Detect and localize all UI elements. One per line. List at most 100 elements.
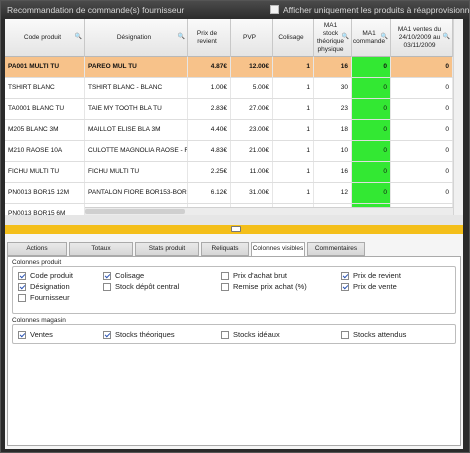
horizontal-scrollbar[interactable] [85,207,453,215]
cell-code[interactable]: FICHU MULTI TU [5,162,85,182]
cell-stock[interactable]: 10 [314,141,352,161]
search-icon[interactable]: 🔍 [381,33,388,41]
cell-code[interactable]: PN0013 BOR15 12M [5,183,85,203]
filter-checkbox[interactable] [270,5,279,14]
checkbox-checked-icon[interactable] [341,283,349,291]
cell-prix-revient[interactable]: 2.25€ [188,162,231,182]
checkbox-unchecked-icon[interactable] [221,283,229,291]
cell-pvp[interactable]: 23.00€ [231,120,273,140]
cell-designation[interactable]: CULOTTE MAGNOLIA RAOSE - R... [85,141,188,161]
cell-stock[interactable]: 16 [314,57,352,77]
cell-colisage[interactable]: 1 [273,78,314,98]
checkbox-checked-icon[interactable] [18,331,26,339]
cell-code[interactable]: M205 BLANC 3M [5,120,85,140]
table-row[interactable]: M205 BLANC 3M MAILLOT ELISE BLA 3M 4.40€ 23… [5,120,463,141]
tab-stats-produit[interactable]: Stats produit [135,242,199,256]
cell-commande[interactable]: 0 [352,162,391,182]
table-row[interactable]: TA0001 BLANC TU TAIE MY TOOTH BLA TU 2.83€… [5,99,463,120]
cell-commande[interactable]: 0 [352,141,391,161]
cell-code[interactable]: TSHIRT BLANC [5,78,85,98]
option-stock-depot-central[interactable]: Stock dépôt central [103,282,179,292]
cell-stock[interactable]: 16 [314,162,352,182]
cell-commande[interactable]: 0 [352,120,391,140]
cell-ventes[interactable]: 0 [391,162,453,182]
cell-prix-revient[interactable]: 4.87€ [188,57,231,77]
checkbox-unchecked-icon[interactable] [221,331,229,339]
cell-colisage[interactable]: 1 [273,57,314,77]
cell-ventes[interactable]: 0 [391,57,453,77]
option-prix-d-achat-brut[interactable]: Prix d'achat brut [221,271,287,281]
cell-designation[interactable]: FICHU MULTI TU [85,162,188,182]
checkbox-checked-icon[interactable] [18,283,26,291]
option-colisage[interactable]: Colisage [103,271,144,281]
checkbox-unchecked-icon[interactable] [341,331,349,339]
option-prix-de-revient[interactable]: Prix de revient [341,271,401,281]
option-designation[interactable]: Désignation [18,282,70,292]
table-row[interactable]: PN0013 BOR15 12M PANTALON FIORE BOR153-BO… [5,183,463,204]
column-header-code-produit[interactable]: Code produit 🔍 [5,19,85,57]
checkbox-checked-icon[interactable] [18,272,26,280]
table-row[interactable]: FICHU MULTI TU FICHU MULTI TU 2.25€ 11.00€ 1… [5,162,463,183]
column-header-ma1-stock-theorique-physique[interactable]: MA1 stock théorique physique 🔍 [314,19,352,57]
cell-stock[interactable]: 23 [314,99,352,119]
cell-designation[interactable]: TAIE MY TOOTH BLA TU [85,99,188,119]
cell-pvp[interactable]: 11.00€ [231,162,273,182]
cell-prix-revient[interactable]: 2.83€ [188,99,231,119]
option-fournisseur[interactable]: Fournisseur [18,293,70,303]
column-header-colisage[interactable]: Colisage [273,19,314,57]
cell-ventes[interactable]: 0 [391,183,453,203]
option-stocks-theoriques[interactable]: Stocks théoriques [103,330,175,340]
cell-stock[interactable]: 12 [314,183,352,203]
cell-ventes[interactable]: 0 [391,120,453,140]
cell-code[interactable]: TA0001 BLANC TU [5,99,85,119]
cell-colisage[interactable]: 1 [273,99,314,119]
column-header-prix-de-revient[interactable]: Prix de revient [188,19,231,57]
cell-commande[interactable]: 0 [352,57,391,77]
cell-designation[interactable]: TSHIRT BLANC - BLANC [85,78,188,98]
splitter-handle-icon[interactable] [231,226,241,232]
cell-ventes[interactable]: 0 [391,141,453,161]
table-row[interactable]: PA001 MULTI TU PAREO MUL TU 4.87€ 12.00€ 1 16… [5,57,463,78]
cell-code[interactable]: PA001 MULTI TU [5,57,85,77]
cell-designation[interactable]: PANTALON FIORE BOR153-BORD... [85,183,188,203]
cell-stock[interactable]: 18 [314,120,352,140]
cell-pvp[interactable]: 21.00€ [231,141,273,161]
column-header-designation[interactable]: Désignation 🔍 [85,19,188,57]
option-code-produit[interactable]: Code produit [18,271,73,281]
tab-actions[interactable]: Actions [7,242,67,256]
cell-ventes[interactable]: 0 [391,99,453,119]
cell-colisage[interactable]: 1 [273,120,314,140]
cell-commande[interactable]: 0 [352,183,391,203]
option-stocks-ideaux[interactable]: Stocks idéaux [221,330,280,340]
cell-colisage[interactable]: 1 [273,141,314,161]
cell-pvp[interactable]: 12.00€ [231,57,273,77]
horizontal-scrollbar-thumb[interactable] [85,209,185,214]
checkbox-checked-icon[interactable] [103,272,111,280]
cell-pvp[interactable]: 31.00€ [231,183,273,203]
search-icon[interactable]: 🔍 [178,33,185,41]
table-row[interactable]: TSHIRT BLANC TSHIRT BLANC - BLANC 1.00€ 5.0… [5,78,463,99]
column-header-pvp[interactable]: PVP [231,19,273,57]
cell-commande[interactable]: 0 [352,78,391,98]
option-ventes[interactable]: Ventes [18,330,53,340]
cell-ventes[interactable]: 0 [391,78,453,98]
tab-totaux[interactable]: Totaux [69,242,133,256]
cell-pvp[interactable]: 5.00€ [231,78,273,98]
filter-checkbox-label[interactable]: Afficher uniquement les produits à réapp… [283,5,470,15]
option-stocks-attendus[interactable]: Stocks attendus [341,330,406,340]
checkbox-checked-icon[interactable] [103,331,111,339]
cell-designation[interactable]: PAREO MUL TU [85,57,188,77]
tab-colonnes-visibles[interactable]: Colonnes visibles [251,242,305,257]
checkbox-unchecked-icon[interactable] [18,294,26,302]
cell-prix-revient[interactable]: 6.12€ [188,183,231,203]
panel-splitter[interactable] [5,225,463,234]
cell-prix-revient[interactable]: 4.83€ [188,141,231,161]
column-header-ma1-ventes-du-24-10-2009-au-03-11-2009[interactable]: MA1 ventes du 24/10/2009 au 03/11/2009 🔍 [391,19,453,57]
checkbox-unchecked-icon[interactable] [103,283,111,291]
search-icon[interactable]: 🔍 [443,33,450,41]
option-prix-de-vente[interactable]: Prix de vente [341,282,397,292]
cell-code[interactable]: PN0013 BOR15 6M [5,204,85,215]
cell-colisage[interactable]: 1 [273,183,314,203]
vertical-scrollbar[interactable] [453,19,463,215]
search-icon[interactable]: 🔍 [342,33,349,41]
